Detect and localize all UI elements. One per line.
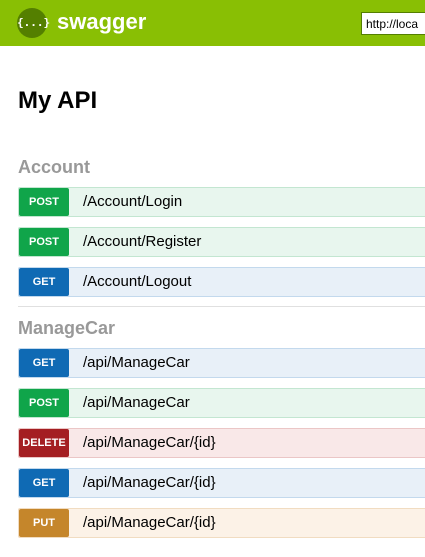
section-title-account[interactable]: Account <box>18 156 90 178</box>
operation-path: /api/ManageCar/{id} <box>83 514 216 531</box>
logo-glyph: {...} <box>17 16 51 29</box>
operation-path: /api/ManageCar/{id} <box>83 434 216 451</box>
operation-path: /Account/Logout <box>83 273 192 290</box>
operation-post-account-register[interactable]: POST /Account/Register <box>18 227 425 257</box>
operation-get-managecar-id[interactable]: GET /api/ManageCar/{id} <box>18 468 425 498</box>
method-badge: POST <box>19 228 69 256</box>
method-badge: DELETE <box>19 429 69 457</box>
section-divider <box>18 306 425 307</box>
method-badge: POST <box>19 389 69 417</box>
operation-put-managecar-id[interactable]: PUT /api/ManageCar/{id} <box>18 508 425 538</box>
method-badge: GET <box>19 268 69 296</box>
page-title: My API <box>18 87 98 114</box>
operation-path: /api/ManageCar <box>83 394 190 411</box>
operation-path: /Account/Register <box>83 233 202 250</box>
operation-get-account-logout[interactable]: GET /Account/Logout <box>18 267 425 297</box>
operation-path: /Account/Login <box>83 193 183 210</box>
brand-name[interactable]: swagger <box>57 9 146 35</box>
section-title-managecar[interactable]: ManageCar <box>18 317 115 339</box>
operation-path: /api/ManageCar <box>83 354 190 371</box>
method-badge: POST <box>19 188 69 216</box>
method-badge: PUT <box>19 509 69 537</box>
operation-get-managecar[interactable]: GET /api/ManageCar <box>18 348 425 378</box>
operation-delete-managecar-id[interactable]: DELETE /api/ManageCar/{id} <box>18 428 425 458</box>
method-badge: GET <box>19 469 69 497</box>
topbar: {...} swagger <box>0 0 425 46</box>
operation-path: /api/ManageCar/{id} <box>83 474 216 491</box>
api-url-input[interactable] <box>361 12 425 35</box>
method-badge: GET <box>19 349 69 377</box>
swagger-logo-icon[interactable]: {...} <box>17 8 51 38</box>
operation-post-account-login[interactable]: POST /Account/Login <box>18 187 425 217</box>
operation-post-managecar[interactable]: POST /api/ManageCar <box>18 388 425 418</box>
